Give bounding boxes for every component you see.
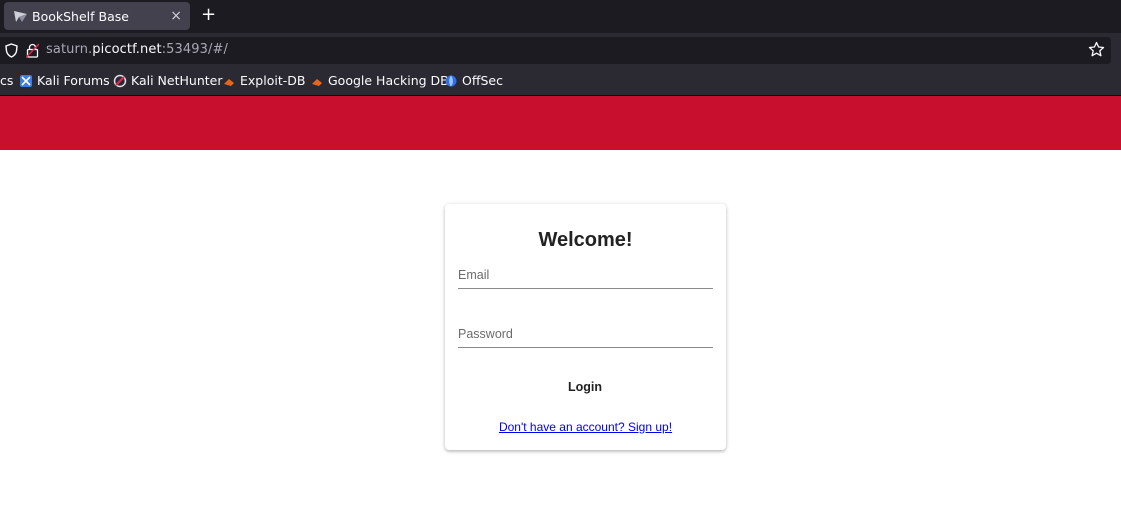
url-text[interactable]: saturn.picoctf.net:53493/#/ [46,42,228,57]
site-favicon-icon [13,9,28,24]
kali-forums-icon [19,74,33,88]
bookmark-item[interactable]: Google Hacking DB [310,73,449,88]
app-header-bar [0,96,1121,150]
offsec-icon [444,74,458,88]
url-domain: picoctf.net [92,42,162,57]
email-underline [458,288,713,289]
nethunter-icon [113,74,127,88]
bookmark-label: Exploit-DB [240,73,306,88]
bookmark-label: Kali Forums [37,73,110,88]
ghdb-icon [310,74,324,88]
bookmark-star-icon[interactable] [1088,41,1105,62]
bookmark-label: Kali NetHunter [131,73,223,88]
bookmarks-toolbar: cs Kali Forums Kali NetHunter Exploit-DB… [0,67,1121,96]
new-tab-button[interactable]: + [201,6,216,24]
bookmark-item[interactable]: OffSec [444,73,503,88]
page-title: Welcome! [538,229,633,251]
nav-bar: saturn.picoctf.net:53493/#/ [0,33,1121,67]
url-path: :53493/#/ [161,42,228,57]
bookmark-item[interactable]: Exploit-DB [222,73,305,88]
url-subdomain: saturn. [46,42,93,57]
bookmark-item[interactable]: Kali Forums [19,73,110,88]
tab-bar: BookShelf Base × + [0,0,1121,33]
bookmark-label: OffSec [462,73,503,88]
bookmark-item[interactable]: cs [0,73,13,88]
login-button[interactable]: Login [550,374,620,400]
login-card: Welcome! Email Password Login Don't have… [445,204,726,450]
insecure-lock-icon[interactable] [25,43,40,62]
tab-close-icon[interactable]: × [170,9,182,23]
email-field[interactable]: Email [458,268,713,290]
address-bar[interactable]: saturn.picoctf.net:53493/#/ [0,37,1111,64]
bookmark-label: cs [0,73,14,88]
browser-tab[interactable]: BookShelf Base × [4,2,190,30]
exploitdb-icon [222,74,236,88]
tracking-shield-icon[interactable] [5,43,18,62]
password-field[interactable]: Password [458,327,713,349]
password-input[interactable] [458,327,713,349]
bookmark-label: Google Hacking DB [328,73,449,88]
password-underline [458,347,713,348]
signup-link[interactable]: Don't have an account? Sign up! [445,420,726,434]
tab-title: BookShelf Base [32,8,129,24]
email-input[interactable] [458,268,713,290]
bookmark-item[interactable]: Kali NetHunter [113,73,222,88]
